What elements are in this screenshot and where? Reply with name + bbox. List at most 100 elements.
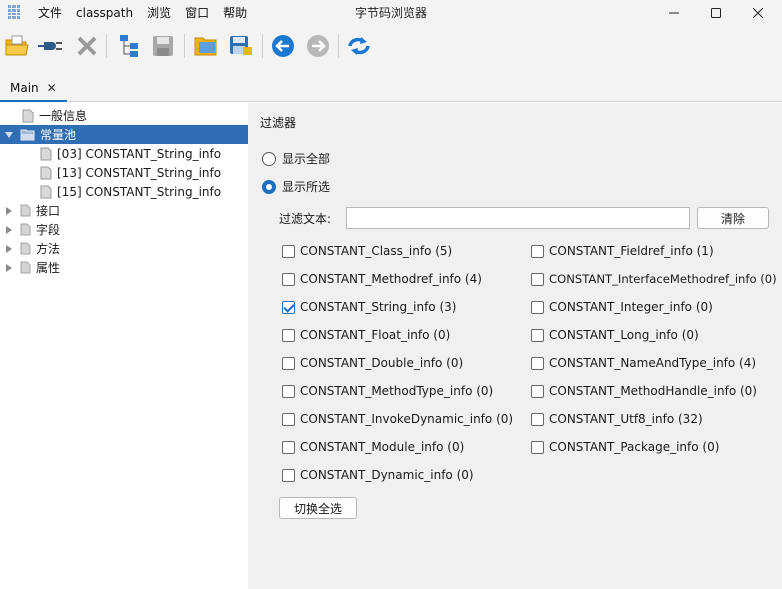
toggle-select-all-button[interactable]: 切换全选 bbox=[279, 497, 357, 519]
tree-item-label: 接口 bbox=[36, 204, 61, 218]
menu-bar: 文件 classpath 浏览 窗口 帮助 bbox=[38, 5, 261, 21]
forward-button[interactable] bbox=[305, 33, 331, 59]
checkbox[interactable] bbox=[282, 328, 295, 342]
checkbox-methodhandle-info[interactable]: CONSTANT_MethodHandle_info (0) bbox=[531, 384, 757, 398]
open-button[interactable] bbox=[4, 33, 30, 59]
filter-text-label: 过滤文本: bbox=[279, 212, 332, 226]
maximize-button[interactable] bbox=[696, 0, 736, 26]
tree-item-methods[interactable]: 方法 bbox=[0, 239, 248, 258]
filter-panel: 过滤器 显示全部 显示所选 过滤文本: 清除 CONSTANT_Class_in… bbox=[248, 103, 782, 589]
checkbox-utf8-info[interactable]: CONSTANT_Utf8_info (32) bbox=[531, 412, 703, 426]
checkbox[interactable] bbox=[531, 440, 544, 454]
checkbox-interfacemethodref-info[interactable]: CONSTANT_InterfaceMethodref_info (0) bbox=[531, 272, 777, 286]
checkbox-integer-info[interactable]: CONSTANT_Integer_info (0) bbox=[531, 300, 713, 314]
folder-open-icon bbox=[194, 37, 217, 56]
checkbox-package-info[interactable]: CONSTANT_Package_info (0) bbox=[531, 440, 719, 454]
back-button[interactable] bbox=[270, 33, 296, 59]
folder-icon bbox=[20, 242, 31, 255]
tree-item-label: [15] CONSTANT_String_info bbox=[57, 184, 222, 199]
toolbar bbox=[0, 26, 782, 68]
tree-item-constant-15[interactable]: [15] CONSTANT_String_info bbox=[0, 182, 248, 201]
open-folder-icon bbox=[20, 129, 35, 141]
close-file-button[interactable] bbox=[74, 33, 100, 59]
checkbox[interactable] bbox=[282, 468, 295, 482]
collapsed-arrow-icon bbox=[6, 244, 12, 253]
tree-item-label: 一般信息 bbox=[39, 109, 88, 123]
checkbox-methodref-info[interactable]: CONSTANT_Methodref_info (4) bbox=[282, 272, 482, 286]
forward-arrow-icon bbox=[307, 35, 329, 57]
close-window-button[interactable] bbox=[738, 0, 778, 26]
save-button[interactable] bbox=[150, 33, 176, 59]
checkbox-module-info[interactable]: CONSTANT_Module_info (0) bbox=[282, 440, 464, 454]
checkbox-invokedynamic-info[interactable]: CONSTANT_InvokeDynamic_info (0) bbox=[282, 412, 513, 426]
checkbox[interactable] bbox=[531, 328, 544, 342]
checkbox-class-info[interactable]: CONSTANT_Class_info (5) bbox=[282, 244, 452, 258]
folder-icon bbox=[20, 223, 31, 236]
show-selected-radio[interactable]: 显示所选 bbox=[262, 178, 330, 195]
tree-button[interactable] bbox=[116, 33, 142, 59]
menu-help[interactable]: 帮助 bbox=[223, 5, 255, 21]
tree-item-interfaces[interactable]: 接口 bbox=[0, 201, 248, 220]
checkbox-string-info[interactable]: CONSTANT_String_info (3) bbox=[282, 300, 456, 314]
menu-classpath[interactable]: classpath bbox=[76, 5, 141, 21]
checkbox-methodtype-info[interactable]: CONSTANT_MethodType_info (0) bbox=[282, 384, 493, 398]
checkbox[interactable] bbox=[531, 300, 544, 314]
tab-close-icon[interactable]: ✕ bbox=[47, 81, 57, 95]
checkbox-dynamic-info[interactable]: CONSTANT_Dynamic_info (0) bbox=[282, 468, 474, 482]
back-arrow-icon bbox=[272, 35, 294, 57]
checkbox-checked[interactable] bbox=[282, 300, 295, 314]
tree-item-label: 方法 bbox=[36, 242, 61, 256]
checkbox-long-info[interactable]: CONSTANT_Long_info (0) bbox=[531, 328, 699, 342]
checkbox[interactable] bbox=[531, 384, 544, 398]
open-folder-button[interactable] bbox=[193, 33, 219, 59]
checkbox[interactable] bbox=[282, 244, 295, 258]
tree-item-general-info[interactable]: 一般信息 bbox=[0, 106, 248, 125]
toolbar-separator bbox=[106, 34, 107, 58]
collapsed-arrow-icon bbox=[6, 206, 12, 215]
maximize-icon bbox=[711, 8, 721, 18]
expanded-arrow-icon bbox=[5, 131, 13, 138]
checkbox[interactable] bbox=[282, 412, 295, 426]
tree-item-fields[interactable]: 字段 bbox=[0, 220, 248, 239]
save-icon bbox=[153, 36, 173, 56]
checkbox[interactable] bbox=[282, 384, 295, 398]
close-icon bbox=[753, 8, 763, 18]
checkbox[interactable] bbox=[531, 412, 544, 426]
folder-icon bbox=[20, 261, 31, 274]
clear-button[interactable]: 清除 bbox=[697, 207, 769, 229]
checkbox-double-info[interactable]: CONSTANT_Double_info (0) bbox=[282, 356, 463, 370]
show-all-radio[interactable]: 显示全部 bbox=[262, 150, 330, 167]
menu-file[interactable]: 文件 bbox=[38, 5, 70, 21]
tree-item-constant-pool[interactable]: 常量池 bbox=[0, 125, 248, 144]
open-folder-icon bbox=[5, 35, 29, 56]
plugin-button[interactable] bbox=[38, 33, 64, 59]
file-icon bbox=[40, 185, 52, 198]
tree-item-attributes[interactable]: 属性 bbox=[0, 258, 248, 277]
checkbox[interactable] bbox=[531, 356, 544, 370]
tree-item-label: 字段 bbox=[36, 223, 61, 237]
checkbox-nameandtype-info[interactable]: CONSTANT_NameAndType_info (4) bbox=[531, 356, 756, 370]
save-as-button[interactable] bbox=[228, 33, 254, 59]
minimize-button[interactable] bbox=[654, 0, 694, 26]
checkbox[interactable] bbox=[282, 356, 295, 370]
tree-view: 一般信息 常量池 [03] CONSTANT_String_info [13] … bbox=[0, 103, 248, 589]
tree-item-constant-13[interactable]: [13] CONSTANT_String_info bbox=[0, 163, 248, 182]
plugin-icon bbox=[38, 42, 62, 50]
minimize-icon bbox=[669, 12, 679, 14]
checkbox-fieldref-info[interactable]: CONSTANT_Fieldref_info (1) bbox=[531, 244, 714, 258]
tab-main[interactable]: Main ✕ bbox=[0, 76, 67, 102]
radio-button-on[interactable] bbox=[262, 179, 276, 194]
filter-text-input[interactable] bbox=[346, 207, 690, 229]
file-icon bbox=[40, 147, 52, 160]
radio-button-off[interactable] bbox=[262, 151, 276, 166]
checkbox[interactable] bbox=[282, 272, 295, 286]
refresh-button[interactable] bbox=[346, 33, 372, 59]
checkbox[interactable] bbox=[531, 272, 544, 286]
checkbox[interactable] bbox=[282, 440, 295, 454]
title-bar: 文件 classpath 浏览 窗口 帮助 字节码浏览器 bbox=[0, 0, 782, 26]
menu-browse[interactable]: 浏览 bbox=[147, 5, 179, 21]
checkbox-float-info[interactable]: CONSTANT_Float_info (0) bbox=[282, 328, 450, 342]
checkbox[interactable] bbox=[531, 244, 544, 258]
tree-item-constant-03[interactable]: [03] CONSTANT_String_info bbox=[0, 144, 248, 163]
menu-window[interactable]: 窗口 bbox=[185, 5, 217, 21]
